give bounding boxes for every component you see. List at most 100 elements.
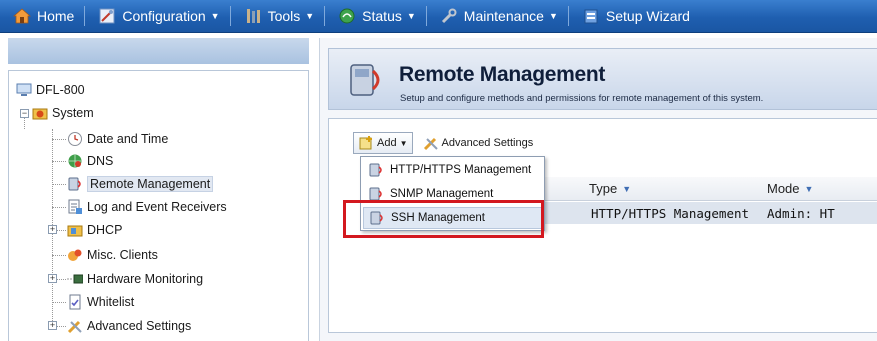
table-cell-type: HTTP/HTTPS Management — [591, 205, 750, 221]
tree-connector — [52, 161, 66, 162]
tree-connector — [52, 302, 66, 303]
chevron-down-icon: ▼ — [548, 11, 558, 21]
tree-item-label: Hardware Monitoring — [87, 272, 204, 286]
add-button[interactable]: Add ▼ — [353, 132, 413, 154]
advanced-settings-icon — [423, 135, 439, 151]
configuration-icon — [97, 7, 117, 25]
dhcp-icon — [66, 221, 84, 239]
menu-status[interactable]: Status ▼ — [331, 0, 422, 33]
menu-item-http-https-management[interactable]: HTTP/HTTPS Management — [363, 159, 542, 181]
tree-item-hardware-monitoring[interactable]: Hardware Monitoring — [66, 268, 203, 290]
add-icon — [358, 135, 374, 151]
menu-item-label: HTTP/HTTPS Management — [390, 164, 532, 176]
clock-icon — [66, 130, 84, 148]
maintenance-icon — [439, 7, 459, 25]
tree-item-dns[interactable]: DNS — [66, 150, 113, 172]
column-header-label: Type — [589, 181, 618, 196]
menu-tools-label: Tools — [267, 8, 301, 24]
status-icon — [337, 7, 357, 25]
tree-connector — [57, 230, 66, 231]
chevron-down-icon: ▼ — [804, 183, 814, 194]
tree-item-dhcp[interactable]: DHCP — [66, 219, 122, 241]
main-panel: Remote Management Setup and configure me… — [319, 38, 877, 341]
column-header-label: Mode — [767, 181, 800, 196]
home-icon — [12, 7, 32, 25]
menu-status-label: Status — [362, 8, 402, 24]
highlight-box — [343, 200, 544, 238]
tree-item-label: Whitelist — [87, 295, 135, 309]
menu-item-label: SNMP Management — [390, 188, 494, 200]
menu-separator — [324, 6, 326, 26]
tree-connector — [52, 184, 66, 185]
log-receivers-icon — [66, 198, 84, 216]
tree-connector — [57, 279, 66, 280]
tools-icon — [243, 7, 263, 25]
tree-connector — [52, 139, 66, 140]
tree-item-label: Misc. Clients — [87, 248, 158, 262]
tree-item-label: DNS — [87, 154, 114, 168]
table-cell-mode: Admin: HT — [767, 205, 835, 221]
hardware-monitoring-icon — [66, 270, 84, 288]
tree-item-remote-management[interactable]: Remote Management — [66, 173, 214, 195]
tree-item-label: DHCP — [87, 223, 123, 237]
page-description: Setup and configure methods and permissi… — [400, 93, 764, 104]
tree-item-root-label: DFL-800 — [36, 83, 85, 97]
advanced-settings-label: Advanced Settings — [441, 137, 534, 149]
tree-item-label: Log and Event Receivers — [87, 200, 227, 214]
chevron-down-icon: ▼ — [305, 11, 315, 21]
menu-home[interactable]: Home — [6, 0, 80, 33]
expand-icon[interactable]: + — [48, 225, 57, 234]
top-menu-bar: Home Configuration ▼ Tools ▼ Status ▼ Ma… — [0, 0, 877, 33]
system-icon — [31, 104, 49, 122]
dns-icon — [66, 152, 84, 170]
tree-connector — [52, 207, 66, 208]
page-title: Remote Management — [399, 63, 606, 86]
menu-separator — [567, 6, 569, 26]
advanced-settings-button[interactable]: Advanced Settings — [419, 132, 538, 154]
tree-item-root[interactable]: DFL-800 — [15, 79, 85, 101]
menu-setup-wizard[interactable]: Setup Wizard — [575, 0, 696, 33]
remote-management-icon — [347, 59, 385, 101]
chevron-down-icon: ▼ — [622, 183, 632, 194]
expand-icon[interactable]: + — [48, 321, 57, 330]
toolbar: Add ▼ Advanced Settings — [353, 131, 537, 155]
menu-separator — [229, 6, 231, 26]
tree-item-label: Advanced Settings — [87, 319, 192, 333]
add-button-label: Add — [377, 137, 397, 149]
menu-configuration[interactable]: Configuration ▼ — [91, 0, 225, 33]
remote-management-icon — [66, 175, 84, 193]
tree-item-label: Date and Time — [87, 132, 169, 146]
advanced-settings-icon — [66, 317, 84, 335]
remote-management-icon — [367, 161, 385, 179]
tree-item-misc-clients[interactable]: Misc. Clients — [66, 244, 158, 266]
tree-connector — [57, 326, 66, 327]
setup-wizard-icon — [581, 7, 601, 25]
tree-item-log-and-event-receivers[interactable]: Log and Event Receivers — [66, 196, 227, 218]
expand-icon[interactable]: + — [48, 274, 57, 283]
navigation-tree: DFL-800 − System Date and Time DNS Remot… — [8, 70, 309, 341]
tree-item-advanced-settings[interactable]: Advanced Settings — [66, 315, 191, 337]
device-icon — [15, 81, 33, 99]
menu-configuration-label: Configuration — [122, 8, 206, 24]
column-header-type[interactable]: Type ▼ — [543, 181, 765, 196]
chevron-down-icon: ▼ — [406, 11, 416, 21]
panel-header: Remote Management Setup and configure me… — [328, 48, 877, 110]
tree-item-label: Remote Management — [87, 176, 214, 192]
menu-separator — [425, 6, 427, 26]
tree-connector — [52, 255, 66, 256]
table-row[interactable]: HTTP/HTTPS Management Admin: HT — [543, 202, 877, 224]
tree-item-date-and-time[interactable]: Date and Time — [66, 128, 168, 150]
menu-setup-wizard-label: Setup Wizard — [605, 8, 690, 24]
chevron-down-icon: ▼ — [399, 138, 408, 148]
collapse-icon[interactable]: − — [20, 109, 29, 118]
grid-header: Type ▼ Mode ▼ — [543, 177, 877, 201]
sidebar-header — [8, 38, 309, 64]
menu-separator — [84, 6, 86, 26]
tree-item-system[interactable]: System — [31, 102, 94, 124]
column-header-mode[interactable]: Mode ▼ — [765, 181, 813, 196]
misc-clients-icon — [66, 246, 84, 264]
menu-maintenance[interactable]: Maintenance ▼ — [433, 0, 564, 33]
menu-tools[interactable]: Tools ▼ — [237, 0, 321, 33]
tree-item-whitelist[interactable]: Whitelist — [66, 291, 134, 313]
menu-home-label: Home — [37, 8, 75, 24]
